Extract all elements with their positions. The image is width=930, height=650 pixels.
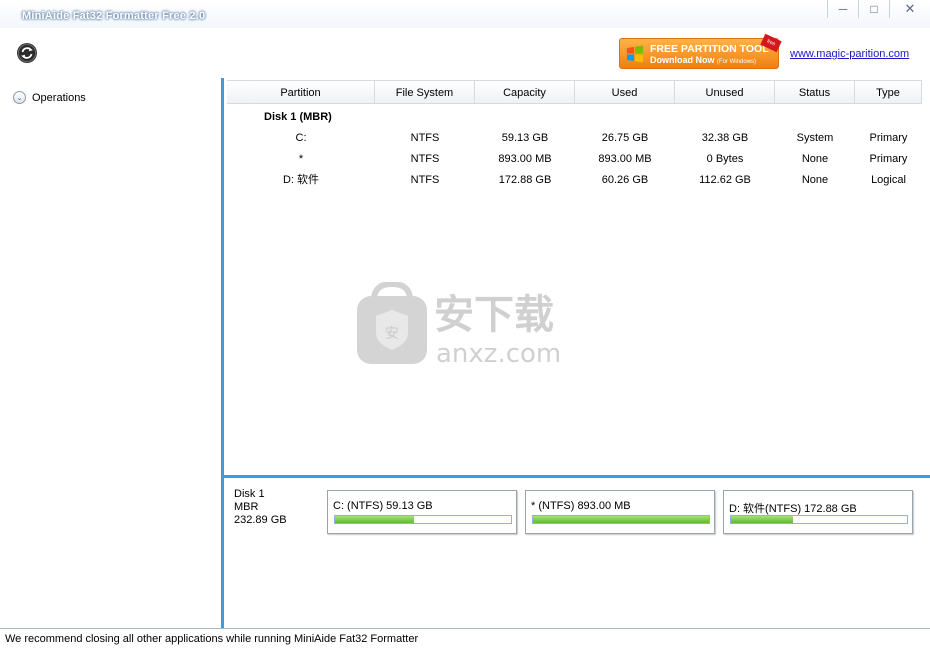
operations-section[interactable]: ⌄ Operations: [13, 91, 86, 104]
partition-block-label: * (NTFS) 893.00 MB: [531, 500, 631, 512]
cell-used: 26.75 GB: [601, 132, 649, 144]
disk-type: MBR: [234, 501, 259, 513]
cell-partition: C:: [295, 132, 307, 144]
column-header-type[interactable]: Type: [855, 80, 922, 104]
promo-subtitle: Download Now (For Windows): [650, 55, 756, 65]
cell-capacity: 59.13 GB: [501, 132, 549, 144]
cell-status: None: [801, 174, 829, 186]
table-row[interactable]: * NTFS 893.00 MB 893.00 MB 0 Bytes None …: [227, 149, 922, 170]
promo-download-text: Download Now: [650, 55, 715, 65]
cell-partition: D: 软件: [282, 174, 320, 186]
sidebar: [0, 78, 221, 628]
cell-unused: 0 Bytes: [706, 153, 744, 165]
cell-file-system: NTFS: [410, 153, 440, 165]
column-header-capacity[interactable]: Capacity: [475, 80, 575, 104]
cell-partition: *: [298, 153, 304, 165]
cell-used: 893.00 MB: [598, 153, 652, 165]
cell-status: None: [801, 153, 829, 165]
promo-banner[interactable]: FREE PARTITION TOOL Download Now (For Wi…: [619, 33, 782, 69]
partition-block-d[interactable]: D: 软件(NTFS) 172.88 GB: [723, 490, 913, 534]
status-bar: We recommend closing all other applicati…: [0, 628, 930, 650]
website-link[interactable]: www.magic-parition.com: [790, 48, 909, 60]
usage-bar: [730, 515, 908, 524]
table-row[interactable]: C: NTFS 59.13 GB 26.75 GB 32.38 GB Syste…: [227, 128, 922, 149]
table-header: Partition File System Capacity Used Unus…: [227, 80, 922, 104]
partition-table: Partition File System Capacity Used Unus…: [224, 80, 930, 475]
refresh-icon[interactable]: [16, 42, 38, 64]
column-header-status[interactable]: Status: [775, 80, 855, 104]
cell-unused: 32.38 GB: [701, 132, 749, 144]
cell-capacity: 172.88 GB: [498, 174, 552, 186]
usage-bar-fill: [335, 516, 415, 523]
partition-block-c[interactable]: C: (NTFS) 59.13 GB: [327, 490, 517, 534]
partition-block-label: D: 软件(NTFS) 172.88 GB: [729, 503, 857, 515]
usage-bar-fill: [731, 516, 793, 523]
disk-name: Disk 1: [234, 488, 265, 500]
minimize-button[interactable]: ─: [827, 0, 858, 18]
operations-label: Operations: [32, 91, 86, 104]
disk-size: 232.89 GB: [234, 514, 287, 526]
cell-file-system: NTFS: [410, 174, 440, 186]
window-title: MiniAide Fat32 Formatter Free 2.0: [22, 10, 206, 22]
watermark-text-en: anxz.com: [436, 339, 561, 366]
watermark: 安 安下载 anxz.com: [356, 280, 572, 369]
usage-bar: [532, 515, 710, 524]
cell-type: Primary: [869, 153, 908, 165]
disk-group-label[interactable]: Disk 1 (MBR): [264, 111, 332, 123]
table-row[interactable]: D: 软件 NTFS 172.88 GB 60.26 GB 112.62 GB …: [227, 170, 922, 191]
title-bar: MiniAide Fat32 Formatter Free 2.0 ─ □ ✕: [0, 0, 930, 28]
partition-block-star[interactable]: * (NTFS) 893.00 MB: [525, 490, 715, 534]
cell-file-system: NTFS: [410, 132, 440, 144]
status-message: We recommend closing all other applicati…: [5, 633, 419, 645]
svg-text:安: 安: [385, 326, 399, 342]
cell-status: System: [796, 132, 834, 144]
cell-type: Primary: [869, 132, 908, 144]
column-header-file-system[interactable]: File System: [375, 80, 475, 104]
disk-info[interactable]: Disk 1 MBR 232.89 GB: [234, 488, 287, 527]
cell-type: Logical: [871, 174, 906, 186]
maximize-button[interactable]: □: [858, 0, 889, 18]
column-header-unused[interactable]: Unused: [675, 80, 775, 104]
chevron-down-icon[interactable]: ⌄: [13, 91, 26, 104]
windows-logo-icon: [627, 45, 643, 63]
close-button[interactable]: ✕: [889, 0, 930, 18]
promo-title: FREE PARTITION TOOL: [650, 43, 769, 55]
promo-platform-text: (For Windows): [717, 59, 757, 65]
usage-bar: [334, 515, 512, 524]
cell-unused: 112.62 GB: [699, 174, 751, 186]
window-controls: ─ □ ✕: [827, 0, 930, 20]
cell-used: 60.26 GB: [601, 174, 649, 186]
watermark-bag-icon: 安 安下载 anxz.com: [357, 280, 561, 369]
cell-capacity: 893.00 MB: [498, 153, 552, 165]
column-header-used[interactable]: Used: [575, 80, 675, 104]
partition-block-label: C: (NTFS) 59.13 GB: [333, 500, 433, 512]
watermark-text-cn: 安下载: [434, 292, 554, 338]
usage-bar-fill: [533, 516, 709, 523]
column-header-partition[interactable]: Partition: [227, 80, 375, 104]
